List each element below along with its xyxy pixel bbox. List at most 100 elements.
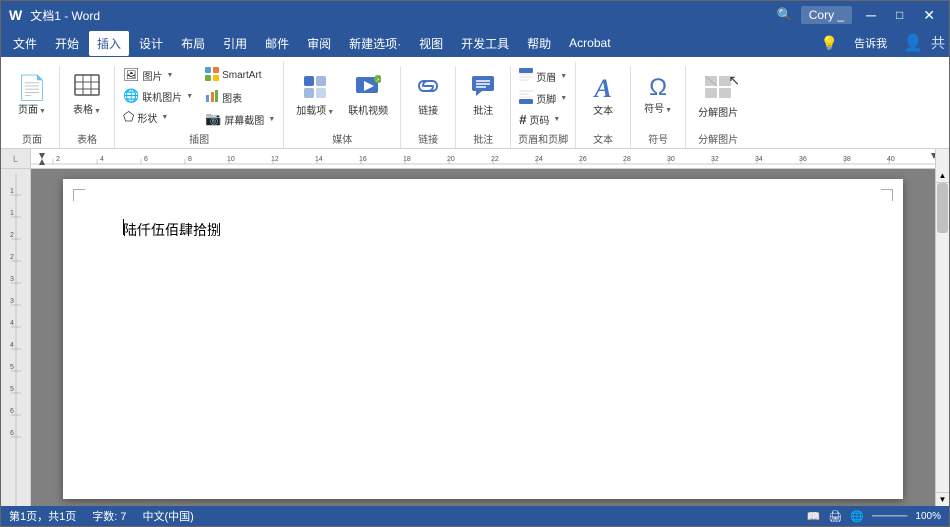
user-label[interactable]: Cory _ <box>801 6 852 24</box>
word-icon: W <box>9 7 22 23</box>
page-icon: 📄 <box>17 74 47 103</box>
online-picture-button[interactable]: 🌐 联机图片 ▼ <box>119 86 197 106</box>
split-picture-button[interactable]: 分解图片 ↖ <box>692 70 744 124</box>
menu-item-layout[interactable]: 布局 <box>173 31 213 56</box>
svg-text:14: 14 <box>315 156 323 163</box>
zoom-slider[interactable]: ───── <box>872 511 907 522</box>
menu-item-review[interactable]: 审阅 <box>299 31 339 56</box>
svg-text:4: 4 <box>10 342 14 349</box>
header-icon <box>519 68 533 85</box>
page-button[interactable]: 📄 页面 ▼ <box>11 70 53 121</box>
ribbon: 📄 页面 ▼ 页面 <box>1 57 949 149</box>
comment-button[interactable]: 批注 <box>462 70 504 122</box>
page-corner-tl <box>73 189 85 201</box>
table-button[interactable]: 表格 ▼ <box>66 70 108 121</box>
menu-item-acrobat[interactable]: Acrobat <box>561 32 618 54</box>
svg-text:20: 20 <box>447 156 455 163</box>
page-number-icon: # <box>519 112 526 127</box>
scrollbar-track[interactable] <box>936 183 949 492</box>
scrollbar-down-button[interactable]: ▼ <box>936 492 949 506</box>
symbol-button[interactable]: Ω 符号 ▼ <box>637 70 679 120</box>
svg-text:26: 26 <box>579 156 587 163</box>
ruler-row: L 2 4 6 8 10 12 14 <box>1 149 949 169</box>
group-label-split-picture: 分解图片 <box>692 129 744 148</box>
menu-item-mail[interactable]: 邮件 <box>257 31 297 56</box>
online-video-label: 联机视频 <box>348 106 388 118</box>
document-scroll-area[interactable]: 陆仟伍佰肆拾捌 <box>31 169 935 506</box>
page-number-label: 页码 <box>529 112 549 127</box>
screenshot-icon: 📷 <box>205 111 221 127</box>
scrollbar-thumb[interactable] <box>937 183 948 233</box>
shape-button[interactable]: ⬠ 形状 ▼ <box>119 107 197 127</box>
picture-label: 图片 <box>143 68 163 83</box>
svg-text:34: 34 <box>755 156 763 163</box>
svg-text:12: 12 <box>271 156 279 163</box>
menu-item-file[interactable]: 文件 <box>5 31 45 56</box>
ribbon-group-table: 表格 ▼ 表格 <box>60 66 115 148</box>
lightbulb-icon: 💡 <box>821 35 838 52</box>
scrollbar-vertical[interactable]: ▲ ▼ <box>935 169 949 506</box>
app-window: W 文档1 - Word 🔍 Cory _ ─ □ ✕ 文件 开始 插入 设计 … <box>0 0 950 527</box>
group-label-text: 文本 <box>582 129 624 148</box>
svg-text:1: 1 <box>10 210 14 217</box>
svg-text:22: 22 <box>491 156 499 163</box>
menu-item-design[interactable]: 设计 <box>131 31 171 56</box>
menu-item-developer[interactable]: 开发工具 <box>453 31 517 56</box>
ruler-horizontal: 2 4 6 8 10 12 14 16 18 20 22 <box>31 149 935 169</box>
minimize-button[interactable]: ─ <box>860 7 882 23</box>
menu-item-start[interactable]: 开始 <box>47 31 87 56</box>
scrollbar-up-button[interactable]: ▲ <box>936 169 949 183</box>
screenshot-button[interactable]: 📷 屏幕截图 ▼ <box>201 109 279 129</box>
svg-text:4: 4 <box>100 156 104 163</box>
online-picture-label: 联机图片 <box>142 89 182 104</box>
document-page: 陆仟伍佰肆拾捌 <box>63 179 903 499</box>
svg-text:32: 32 <box>711 156 719 163</box>
symbol-icon: Ω <box>649 74 667 102</box>
ruler-scrollbar-space <box>935 149 949 169</box>
picture-button[interactable]: 🖼 图片 ▼ <box>119 65 197 85</box>
svg-text:5: 5 <box>10 386 14 393</box>
group-label-media: 媒体 <box>290 129 394 148</box>
share-icon[interactable]: 共 <box>931 33 945 53</box>
view-print-button[interactable]: 🖨 <box>828 510 842 523</box>
header-button[interactable]: 页眉 ▼ <box>515 66 571 87</box>
link-button[interactable]: 链接 <box>407 70 449 122</box>
svg-text:36: 36 <box>799 156 807 163</box>
search-icon[interactable]: 🔍 <box>777 7 793 23</box>
svg-text:3: 3 <box>10 298 14 305</box>
online-video-icon: ↗ <box>355 74 381 104</box>
ribbon-group-text: A 文本 文本 <box>576 66 631 148</box>
header-footer-btns: 页眉 ▼ 页脚 ▼ # 页码 ▼ <box>515 66 571 129</box>
view-read-button[interactable]: 📖 <box>807 510 821 523</box>
svg-text:6: 6 <box>10 430 14 437</box>
footer-button[interactable]: 页脚 ▼ <box>515 88 571 109</box>
menu-item-new-options[interactable]: 新建选项· <box>341 31 409 56</box>
smartart-button[interactable]: SmartArt <box>201 65 279 86</box>
page-number-button[interactable]: # 页码 ▼ <box>515 110 571 129</box>
group-label-page: 页面 <box>11 129 53 148</box>
maximize-button[interactable]: □ <box>890 8 909 22</box>
word-count: 字数: 7 <box>92 508 126 524</box>
shape-label: 形状 <box>137 110 157 125</box>
main-area: 1 1 2 2 3 3 4 4 5 5 6 <box>1 169 949 506</box>
doc-title: 文档1 - Word <box>30 7 100 24</box>
document-content[interactable]: 陆仟伍佰肆拾捌 <box>123 219 843 241</box>
menu-item-help[interactable]: 帮助 <box>519 31 559 56</box>
menu-item-references[interactable]: 引用 <box>215 31 255 56</box>
menu-item-view[interactable]: 视图 <box>411 31 451 56</box>
illustration-left: 🖼 图片 ▼ 🌐 联机图片 ▼ ⬠ 形状 ▼ <box>119 65 197 127</box>
title-bar-left: W 文档1 - Word <box>9 7 100 24</box>
close-button[interactable]: ✕ <box>917 7 941 24</box>
text-button[interactable]: A 文本 <box>582 70 624 122</box>
account-icon[interactable]: 👤 <box>903 33 923 53</box>
ribbon-group-illustration: 🖼 图片 ▼ 🌐 联机图片 ▼ ⬠ 形状 ▼ <box>115 61 284 148</box>
svg-text:2: 2 <box>10 232 14 239</box>
online-video-button[interactable]: ↗ 联机视频 <box>342 70 394 122</box>
view-web-button[interactable]: 🌐 <box>850 510 864 523</box>
menu-item-insert[interactable]: 插入 <box>89 31 129 56</box>
ribbon-group-header-footer: 页眉 ▼ 页脚 ▼ # 页码 ▼ <box>511 62 576 148</box>
tell-me-button[interactable]: 告诉我 <box>846 31 895 55</box>
chart-button[interactable]: 图表 <box>201 87 279 108</box>
addins-button[interactable]: 加载项 ▼ <box>290 70 340 122</box>
link-icon <box>415 74 441 104</box>
